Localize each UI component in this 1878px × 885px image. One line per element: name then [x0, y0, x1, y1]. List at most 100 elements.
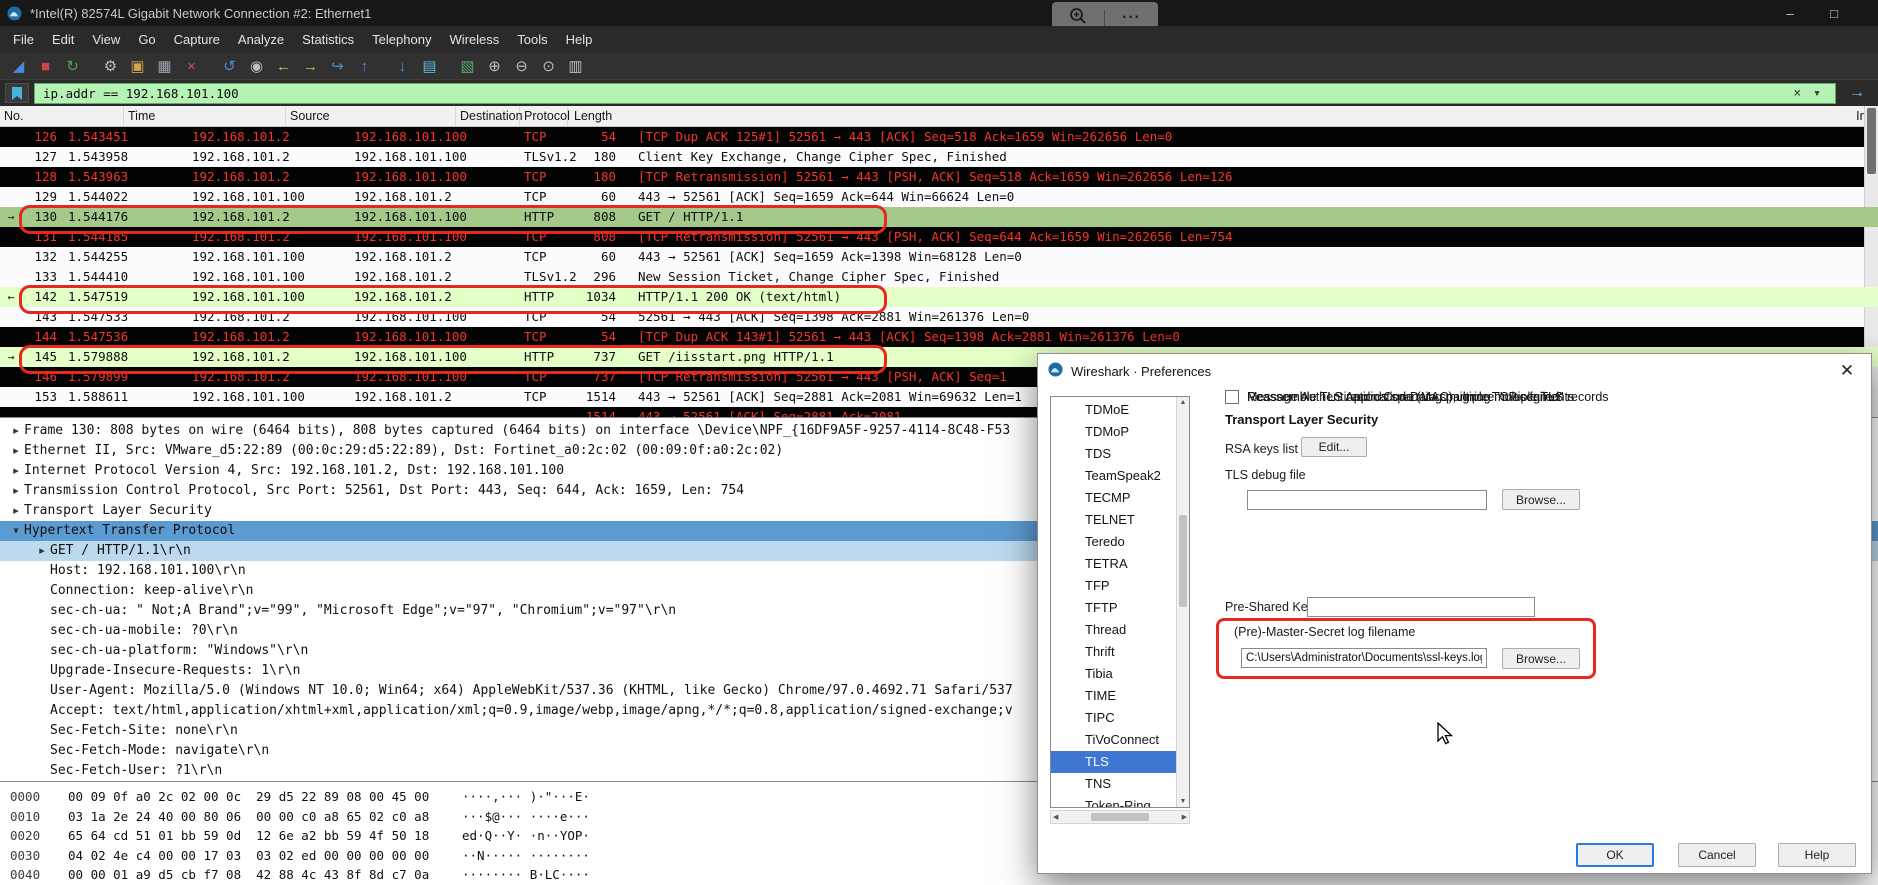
resize-columns-icon[interactable]: ▥ — [562, 54, 589, 78]
protocol-item[interactable]: TNS — [1051, 773, 1176, 795]
display-filter-input[interactable] — [43, 86, 1787, 101]
restart-capture-icon[interactable]: ↻ — [59, 54, 86, 78]
edit-rsa-keys-button[interactable]: Edit... — [1301, 437, 1367, 457]
close-icon[interactable]: ✕ — [1835, 359, 1859, 383]
protocol-item[interactable]: TFTP — [1051, 597, 1176, 619]
expand-chevron-icon[interactable]: ▸ — [8, 421, 24, 441]
go-to-packet-icon[interactable]: ↪ — [324, 54, 351, 78]
menu-item[interactable]: Tools — [508, 26, 556, 53]
protocol-item[interactable]: TDMoP — [1051, 421, 1176, 443]
protocol-item[interactable]: Teredo — [1051, 531, 1176, 553]
filter-bookmark-icon[interactable] — [5, 83, 29, 103]
packet-row[interactable]: 142 ← 1.547519 192.168.101.100 192.168.1… — [0, 287, 1878, 307]
menu-item[interactable]: Edit — [43, 26, 83, 53]
packet-row[interactable]: 130 → 1.544176 192.168.101.2 192.168.101… — [0, 207, 1878, 227]
packet-row[interactable]: 132 1.544255 192.168.101.100 192.168.101… — [0, 247, 1878, 267]
scroll-right-icon[interactable]: ▶ — [1182, 813, 1187, 821]
protocol-item[interactable]: TFP — [1051, 575, 1176, 597]
zoom-in-icon[interactable]: ⊕ — [481, 54, 508, 78]
menu-item[interactable]: View — [83, 26, 129, 53]
expand-chevron-icon[interactable]: ▸ — [8, 481, 24, 501]
protocol-item[interactable]: Tibia — [1051, 663, 1176, 685]
column-header[interactable]: Length — [568, 106, 1852, 126]
protocol-item[interactable]: Token-Ring — [1051, 795, 1176, 808]
protocol-list-horizontal-scrollbar[interactable]: ◀ ▶ — [1050, 810, 1190, 824]
zoom-reset-icon[interactable]: ⊙ — [535, 54, 562, 78]
protocol-item[interactable]: Thrift — [1051, 641, 1176, 663]
expand-chevron-icon[interactable] — [34, 681, 50, 701]
maximize-button[interactable]: □ — [1812, 0, 1856, 26]
stop-capture-icon[interactable]: ■ — [32, 54, 59, 78]
protocol-item[interactable]: TDS — [1051, 443, 1176, 465]
packet-row[interactable]: 131 1.544185 192.168.101.2 192.168.101.1… — [0, 227, 1878, 247]
checkbox-row[interactable]: Message Authentication Code (MAC), ignor… — [1225, 388, 1564, 406]
menu-item[interactable]: Help — [557, 26, 602, 53]
expand-chevron-icon[interactable]: ▸ — [8, 461, 24, 481]
reload-icon[interactable]: ↺ — [216, 54, 243, 78]
menu-item[interactable]: Analyze — [229, 26, 293, 53]
more-options-icon[interactable]: ··· — [1122, 9, 1141, 27]
protocol-item[interactable]: Thread — [1051, 619, 1176, 641]
go-forward-icon[interactable]: → — [297, 54, 324, 78]
expand-chevron-icon[interactable] — [34, 661, 50, 681]
column-header[interactable]: Protocol — [520, 106, 568, 126]
menu-item[interactable]: File — [4, 26, 43, 53]
packet-row[interactable]: 133 1.544410 192.168.101.100 192.168.101… — [0, 267, 1878, 287]
protocol-item[interactable]: TLS — [1051, 751, 1176, 773]
expand-chevron-icon[interactable]: ▸ — [34, 541, 50, 561]
menu-item[interactable]: Capture — [165, 26, 229, 53]
expand-chevron-icon[interactable] — [34, 741, 50, 761]
menu-item[interactable]: Statistics — [293, 26, 363, 53]
auto-scroll-icon[interactable]: ▤ — [416, 54, 443, 78]
packet-row[interactable]: 129 1.544022 192.168.101.100 192.168.101… — [0, 187, 1878, 207]
open-file-icon[interactable]: ▣ — [124, 54, 151, 78]
close-file-icon[interactable]: × — [178, 54, 205, 78]
tls-debug-file-input[interactable] — [1247, 490, 1487, 510]
capture-options-icon[interactable]: ⚙ — [97, 54, 124, 78]
go-back-icon[interactable]: ← — [270, 54, 297, 78]
scrollbar-thumb[interactable] — [1867, 108, 1876, 174]
expand-chevron-icon[interactable] — [34, 761, 50, 781]
filter-dropdown-icon[interactable]: ▾ — [1807, 86, 1827, 101]
protocol-item[interactable]: TDMoE — [1051, 399, 1176, 421]
column-header[interactable]: Time — [124, 106, 286, 126]
browse-debug-file-button[interactable]: Browse... — [1502, 489, 1580, 510]
protocol-item[interactable]: TIME — [1051, 685, 1176, 707]
checkbox[interactable] — [1225, 390, 1239, 404]
start-capture-icon[interactable]: ◢ — [5, 54, 32, 78]
protocol-item[interactable]: TECMP — [1051, 487, 1176, 509]
expand-chevron-icon[interactable] — [34, 701, 50, 721]
clear-filter-icon[interactable]: × — [1787, 86, 1807, 101]
minimize-button[interactable]: – — [1768, 0, 1812, 26]
protocol-item[interactable]: TIPC — [1051, 707, 1176, 729]
go-first-icon[interactable]: ↑ — [351, 54, 378, 78]
find-packet-icon[interactable]: ◉ — [243, 54, 270, 78]
menu-item[interactable]: Wireless — [440, 26, 508, 53]
protocol-item[interactable]: TeamSpeak2 — [1051, 465, 1176, 487]
pre-shared-key-input[interactable] — [1307, 597, 1535, 617]
packet-row[interactable]: 128 1.543963 192.168.101.2 192.168.101.1… — [0, 167, 1878, 187]
menu-item[interactable]: Telephony — [363, 26, 440, 53]
packet-row[interactable]: 143 1.547533 192.168.101.2 192.168.101.1… — [0, 307, 1878, 327]
help-button[interactable]: Help — [1778, 843, 1856, 867]
apply-filter-icon[interactable]: → — [1841, 84, 1873, 102]
browse-master-secret-button[interactable]: Browse... — [1502, 648, 1580, 669]
column-header[interactable]: Source — [286, 106, 456, 126]
zoom-out-icon[interactable]: ⊖ — [508, 54, 535, 78]
menu-item[interactable]: Go — [129, 26, 164, 53]
column-header[interactable]: Destination — [456, 106, 520, 126]
master-secret-log-input[interactable] — [1241, 648, 1487, 668]
protocol-item[interactable]: TELNET — [1051, 509, 1176, 531]
protocol-list-vertical-scrollbar[interactable]: ▲ ▼ — [1176, 397, 1189, 807]
scroll-up-icon[interactable]: ▲ — [1180, 399, 1187, 406]
expand-chevron-icon[interactable] — [34, 721, 50, 741]
expand-chevron-icon[interactable] — [34, 601, 50, 621]
packet-row[interactable]: 127 1.543958 192.168.101.2 192.168.101.1… — [0, 147, 1878, 167]
packet-row[interactable]: 126 1.543451 192.168.101.2 192.168.101.1… — [0, 127, 1878, 147]
column-header[interactable]: No. — [0, 106, 124, 126]
protocol-item[interactable]: TETRA — [1051, 553, 1176, 575]
go-last-icon[interactable]: ↓ — [389, 54, 416, 78]
protocol-item[interactable]: TiVoConnect — [1051, 729, 1176, 751]
colorize-icon[interactable]: ▧ — [454, 54, 481, 78]
expand-chevron-icon[interactable] — [34, 561, 50, 581]
